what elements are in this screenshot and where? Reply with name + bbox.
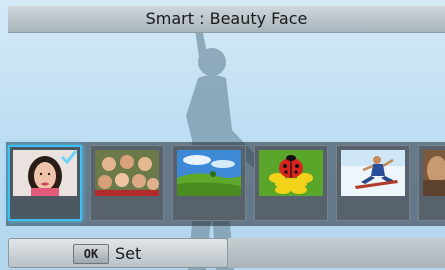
mode-thumb-group-shot[interactable]: [90, 145, 164, 221]
skateboarder-action-thumbnail: [341, 150, 405, 196]
set-button-bar[interactable]: OK Set: [8, 238, 228, 268]
landscape-thumbnail: [177, 150, 241, 196]
page-title: Smart : Beauty Face: [145, 9, 308, 28]
mode-thumb-more-scenes[interactable]: [418, 145, 445, 221]
checkmark-icon: [60, 150, 78, 165]
mode-thumb-beauty-face[interactable]: [8, 145, 82, 221]
group-shot-thumbnail: [95, 150, 159, 196]
scene-thumbnail-partial: [423, 150, 445, 196]
ladybug-macro-thumbnail: [259, 150, 323, 196]
mode-thumbnail-strip: [6, 142, 445, 226]
mode-thumb-macro[interactable]: [254, 145, 328, 221]
ok-key-icon: OK: [73, 244, 109, 264]
mode-title-bar: Smart : Beauty Face: [8, 6, 445, 33]
set-label: Set: [115, 244, 142, 263]
camera-screen: Smart : Beauty Face OK Set: [0, 0, 445, 270]
mode-thumb-landscape[interactable]: [172, 145, 246, 221]
mode-thumb-action[interactable]: [336, 145, 410, 221]
footer-bar: [228, 238, 445, 268]
